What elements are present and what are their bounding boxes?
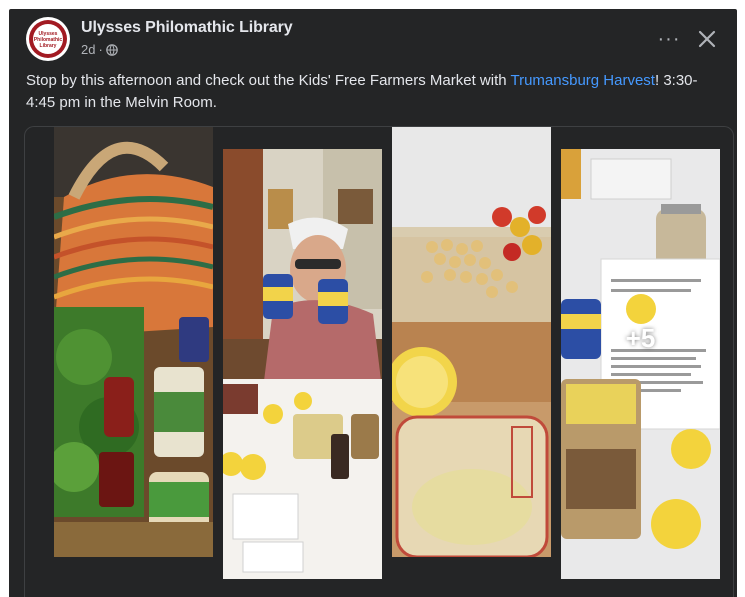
photo-gallery: +5: [24, 126, 734, 597]
photo-woman[interactable]: [223, 149, 382, 579]
meta-separator: ·: [98, 42, 103, 57]
mention-link[interactable]: Trumansburg Harvest: [510, 72, 655, 89]
post-header: Ulysses Philomathic Library Ulysses Phil…: [9, 9, 737, 69]
more-options-button[interactable]: ···: [655, 25, 683, 53]
page-avatar[interactable]: Ulysses Philomathic Library: [26, 17, 70, 61]
photo-chickpeas[interactable]: [392, 127, 551, 557]
photo-woman-image: [223, 149, 382, 579]
photo-basket[interactable]: [54, 127, 213, 557]
timestamp-link[interactable]: 2d: [81, 42, 95, 57]
photo-ingredients[interactable]: +5: [561, 149, 720, 579]
photo-chickpeas-image: [392, 127, 551, 557]
close-icon[interactable]: [693, 25, 721, 53]
post-text-part: Stop by this afternoon and check out the…: [26, 72, 511, 89]
more-photos-overlay[interactable]: +5: [561, 149, 720, 579]
avatar-logo-text: Ulysses Philomathic Library: [30, 31, 66, 49]
avatar-text-line: Library: [39, 43, 57, 49]
photo-basket-image: [54, 127, 213, 557]
more-photos-count: +5: [625, 322, 656, 353]
page-name-link[interactable]: Ulysses Philomathic Library: [81, 19, 293, 37]
globe-icon[interactable]: [106, 43, 118, 56]
post-card: Ulysses Philomathic Library Ulysses Phil…: [9, 9, 737, 597]
post-meta: 2d ·: [81, 42, 118, 57]
post-text: Stop by this afternoon and check out the…: [26, 70, 726, 114]
more-dots-icon: ···: [657, 27, 681, 50]
